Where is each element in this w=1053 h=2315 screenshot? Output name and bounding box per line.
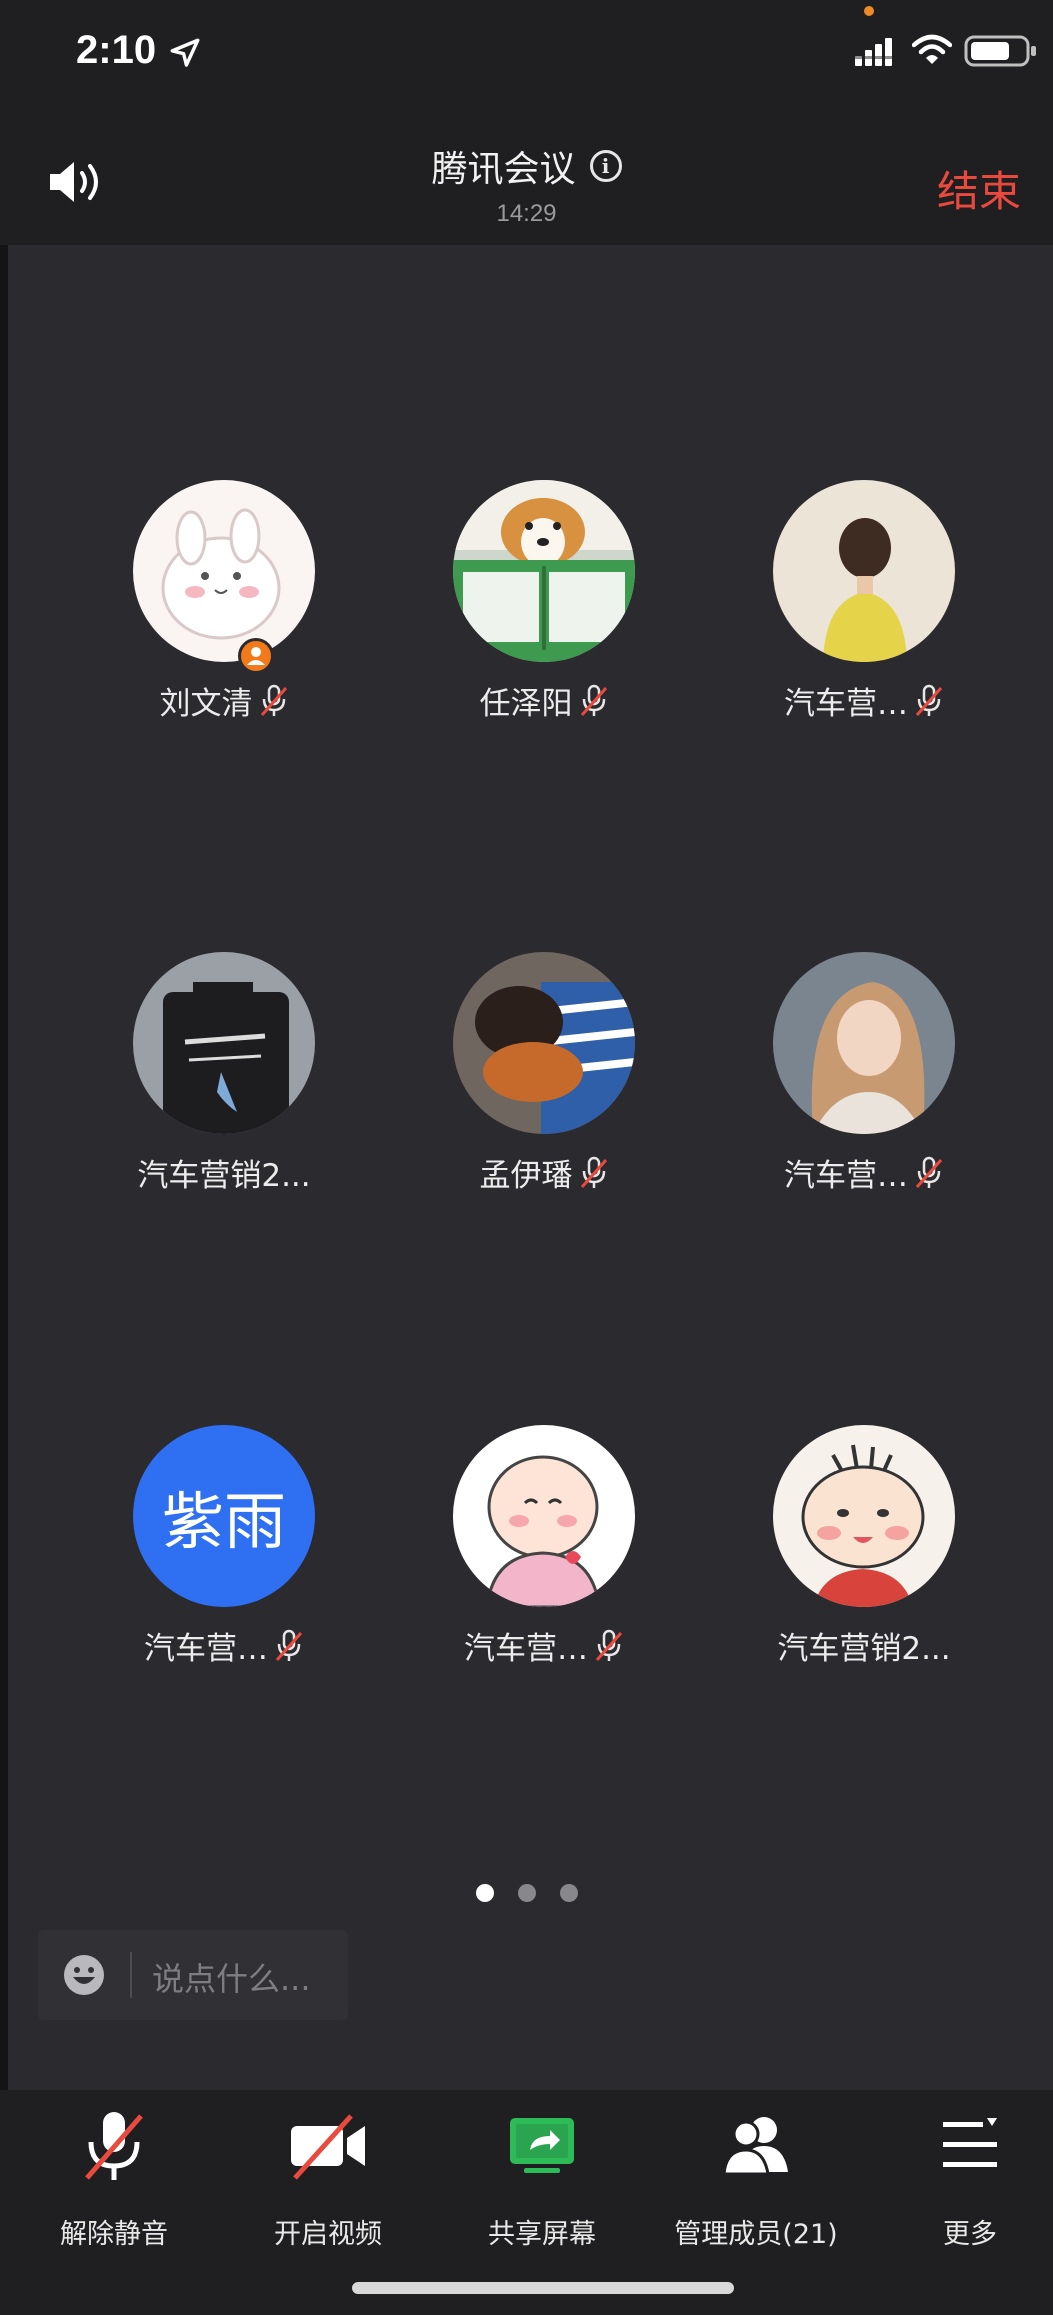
participant-name: 汽车营…: [784, 686, 908, 722]
participant-name: 汽车营…: [464, 1631, 588, 1667]
mic-muted-icon: [595, 1629, 623, 1661]
mic-muted-icon: [580, 1156, 607, 1188]
avatar-image: [773, 480, 955, 662]
avatar-image: [773, 952, 955, 1134]
page-indicator: [0, 1884, 1053, 1906]
avatar: [453, 480, 635, 662]
participant-tile[interactable]: 汽车营…: [673, 480, 993, 740]
avatar-image: [133, 480, 315, 662]
participant-tile[interactable]: 孟伊璠: [353, 952, 673, 1212]
more-label: 更多: [943, 2219, 997, 2250]
avatar: [133, 480, 315, 662]
participant-tile[interactable]: 任泽阳: [353, 480, 673, 740]
avatar-image: [453, 1425, 635, 1607]
participant-tile[interactable]: 汽车营销2...: [673, 1425, 993, 1685]
end-meeting-button[interactable]: 结束: [937, 158, 1021, 219]
mic-muted-icon: [580, 684, 607, 716]
avatar-image: [453, 480, 635, 662]
members-icon: [722, 2117, 788, 2176]
avatar: [453, 1425, 635, 1607]
meeting-title-text: 腾讯会议: [431, 149, 576, 190]
mic-muted-icon: [85, 2112, 143, 2180]
location-arrow-icon: [170, 38, 200, 67]
start-video-label: 开启视频: [274, 2219, 382, 2250]
share-screen-button[interactable]: 共享屏幕: [442, 2106, 642, 2256]
mic-muted-icon: [275, 1629, 303, 1661]
participant-name: 汽车营…: [784, 1158, 908, 1194]
emoji-icon[interactable]: [62, 1953, 106, 1997]
chat-divider: [130, 1952, 132, 1998]
avatar-image: [133, 952, 315, 1134]
participant-name: 孟伊璠: [479, 1158, 573, 1194]
unmute-button[interactable]: 解除静音: [14, 2106, 214, 2256]
avatar-image: [453, 952, 635, 1134]
manage-members-button[interactable]: 管理成员(21): [656, 2106, 856, 2256]
cellular-signal-icon: [855, 38, 892, 66]
participant-label: 汽车营…: [673, 1150, 1053, 1195]
avatar: [133, 952, 315, 1134]
avatar: [773, 480, 955, 662]
share-screen-icon: [510, 2118, 574, 2173]
participant-tile[interactable]: 汽车营销2...: [33, 952, 353, 1212]
avatar-text: 紫雨: [161, 1485, 286, 1558]
unmute-label: 解除静音: [60, 2219, 168, 2250]
battery-icon: [964, 35, 1036, 67]
status-time: 2:10: [76, 28, 157, 72]
start-video-button[interactable]: 开启视频: [228, 2106, 428, 2256]
avatar: [773, 952, 955, 1134]
avatar-initials: 紫雨: [133, 1425, 315, 1607]
more-button[interactable]: 更多: [870, 2106, 1053, 2256]
participant-name: 汽车营销2...: [137, 1158, 311, 1194]
page-dot-active[interactable]: [475, 1884, 494, 1902]
mic-muted-icon: [260, 684, 287, 716]
chat-placeholder: 说点什么...: [152, 1960, 311, 1998]
avatar-image: [773, 1425, 955, 1607]
more-menu-icon: [943, 2118, 997, 2167]
mic-muted-icon: [915, 684, 943, 716]
participant-tile[interactable]: 紫雨 汽车营…: [33, 1425, 353, 1685]
screen-edge: [0, 0, 8, 2315]
host-badge-icon: [238, 638, 274, 674]
wifi-icon: [912, 34, 952, 64]
participant-name: 汽车营…: [144, 1631, 268, 1667]
mic-muted-icon: [915, 1156, 943, 1188]
participant-tile[interactable]: 汽车营…: [673, 952, 993, 1212]
top-bar: 2:10 腾讯会议 i 14:29 结束: [0, 0, 1053, 245]
participant-tile[interactable]: 汽车营…: [353, 1425, 673, 1685]
participant-name: 任泽阳: [479, 686, 573, 722]
chat-input[interactable]: 说点什么...: [38, 1930, 348, 2020]
info-icon[interactable]: i: [589, 150, 622, 182]
page-dot[interactable]: [517, 1884, 536, 1902]
home-indicator[interactable]: [352, 2282, 734, 2294]
video-off-icon: [291, 2114, 365, 2180]
share-screen-label: 共享屏幕: [488, 2219, 596, 2250]
privacy-indicator-dot: [864, 6, 874, 16]
avatar: [773, 1425, 955, 1607]
participant-label: 汽车营…: [673, 678, 1053, 723]
participant-name: 刘文清: [159, 686, 253, 722]
participant-name: 汽车营销2...: [777, 1631, 951, 1667]
avatar: [453, 952, 635, 1134]
manage-members-label: 管理成员(21): [674, 2219, 838, 2250]
page-dot[interactable]: [559, 1884, 578, 1902]
meeting-screen: 2:10 腾讯会议 i 14:29 结束 刘文清 任泽阳 汽车营… 汽车营销2.…: [0, 0, 1053, 2315]
meeting-title[interactable]: 腾讯会议 i: [0, 140, 1053, 192]
participant-label: 汽车营销2...: [673, 1623, 1053, 1668]
participant-tile[interactable]: 刘文清: [33, 480, 353, 740]
meeting-duration: 14:29: [496, 200, 557, 227]
